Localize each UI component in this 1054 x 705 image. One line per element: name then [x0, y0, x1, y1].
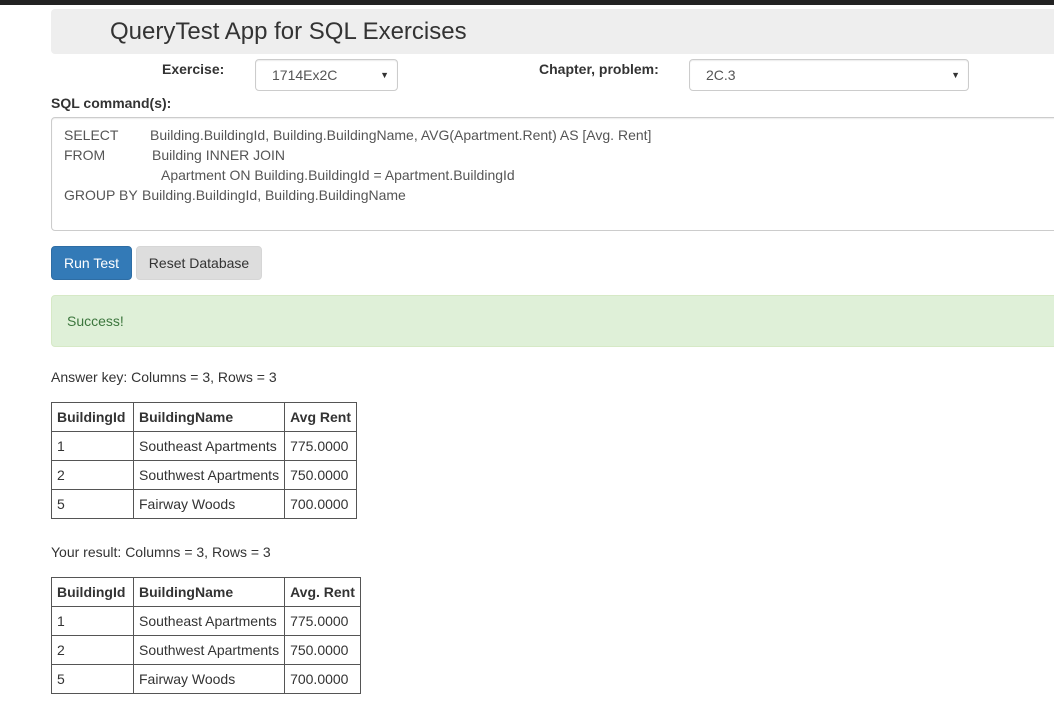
sql-line: Apartment ON Building.BuildingId = Apart…	[64, 165, 1048, 185]
table-cell: Fairway Woods	[132, 489, 286, 519]
table-cell: 2	[51, 460, 134, 490]
table-cell: Southeast Apartments	[132, 431, 286, 461]
answer-key-table: BuildingId BuildingName Avg Rent 1 South…	[51, 402, 358, 519]
column-header: BuildingName	[132, 402, 286, 432]
status-message: Success!	[67, 313, 124, 329]
table-cell: Southwest Apartments	[132, 635, 286, 665]
table-row: 5 Fairway Woods 700.0000	[51, 489, 358, 519]
table-cell: 775.0000	[284, 606, 361, 636]
sql-editor[interactable]: SELECT Building.BuildingId, Building.Buil…	[51, 117, 1054, 231]
run-test-button[interactable]: Run Test	[51, 246, 132, 280]
table-cell: 750.0000	[284, 635, 361, 665]
table-cell: 5	[51, 489, 134, 519]
table-cell: 1	[51, 431, 134, 461]
sql-keyword: SELECT	[64, 127, 119, 143]
sql-text: Apartment ON Building.BuildingId = Apart…	[161, 167, 515, 183]
sql-line: FROM Building INNER JOIN	[64, 145, 1048, 165]
sql-line: GROUP BY Building.BuildingId, Building.Bu…	[64, 185, 1048, 205]
table-row: 5 Fairway Woods 700.0000	[51, 664, 361, 694]
table-cell: 775.0000	[284, 431, 358, 461]
table-cell: 700.0000	[284, 664, 361, 694]
table-row: 2 Southwest Apartments 750.0000	[51, 460, 358, 490]
sql-text: Building.BuildingId, Building.BuildingNa…	[150, 127, 652, 143]
column-header: BuildingId	[51, 402, 134, 432]
your-result-table: BuildingId BuildingName Avg. Rent 1 Sout…	[51, 577, 361, 694]
sql-text: Building INNER JOIN	[152, 147, 286, 163]
table-cell: 700.0000	[284, 489, 358, 519]
table-cell: 2	[51, 635, 134, 665]
chevron-down-icon: ▼	[380, 70, 389, 80]
sql-keyword: FROM	[64, 147, 106, 163]
exercise-select-value: 1714Ex2C	[272, 67, 338, 83]
exercise-select[interactable]: 1714Ex2C ▼	[255, 59, 398, 91]
table-cell: 5	[51, 664, 134, 694]
table-row: 1 Southeast Apartments 775.0000	[51, 606, 361, 636]
column-header: Avg Rent	[284, 402, 358, 432]
table-header-row: BuildingId BuildingName Avg. Rent	[51, 577, 361, 607]
sql-line: SELECT Building.BuildingId, Building.Buil…	[64, 125, 1048, 145]
table-header-row: BuildingId BuildingName Avg Rent	[51, 402, 358, 432]
success-alert: Success!	[51, 295, 1054, 347]
sql-text: Building.BuildingId, Building.BuildingNa…	[142, 187, 406, 203]
app-header: QueryTest App for SQL Exercises	[51, 9, 1054, 54]
answer-key-summary: Answer key: Columns = 3, Rows = 3	[51, 369, 277, 385]
reset-database-button[interactable]: Reset Database	[136, 246, 262, 280]
sql-label: SQL command(s):	[51, 95, 172, 111]
chapter-select[interactable]: 2C.3 ▼	[689, 59, 969, 91]
table-cell: Fairway Woods	[132, 664, 286, 694]
column-header: BuildingName	[132, 577, 286, 607]
chapter-select-value: 2C.3	[706, 67, 736, 83]
table-cell: Southwest Apartments	[132, 460, 286, 490]
table-cell: 750.0000	[284, 460, 358, 490]
table-cell: 1	[51, 606, 134, 636]
table-row: 2 Southwest Apartments 750.0000	[51, 635, 361, 665]
column-header: Avg. Rent	[284, 577, 361, 607]
your-result-summary: Your result: Columns = 3, Rows = 3	[51, 544, 271, 560]
column-header: BuildingId	[51, 577, 134, 607]
exercise-label: Exercise:	[162, 61, 225, 77]
table-row: 1 Southeast Apartments 775.0000	[51, 431, 358, 461]
table-cell: Southeast Apartments	[132, 606, 286, 636]
sql-keyword: GROUP BY	[64, 187, 138, 203]
page-title: QueryTest App for SQL Exercises	[110, 18, 467, 45]
top-bar	[0, 0, 1054, 5]
chevron-down-icon: ▼	[951, 70, 960, 80]
chapter-label: Chapter, problem:	[539, 61, 659, 77]
